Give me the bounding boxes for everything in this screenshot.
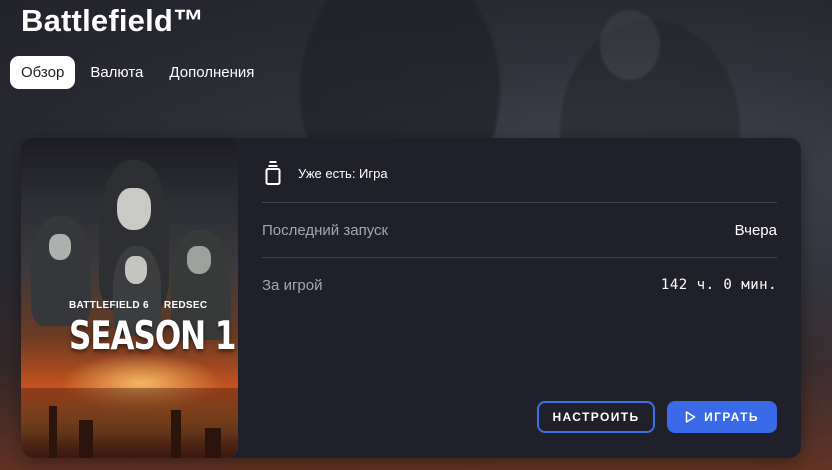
- setup-button-label: НАСТРОИТЬ: [552, 410, 640, 424]
- play-button[interactable]: ИГРАТЬ: [667, 401, 777, 433]
- cover-tower: [205, 428, 221, 458]
- divider: [262, 202, 777, 203]
- play-button-label: ИГРАТЬ: [704, 410, 759, 424]
- last-launch-value: Вчера: [734, 222, 777, 239]
- tab-overview[interactable]: Обзор: [10, 56, 76, 89]
- play-icon: [685, 411, 696, 423]
- ownership-status: Уже есть: Игра: [262, 160, 388, 186]
- playtime-label: За игрой: [262, 277, 323, 294]
- game-title: Battlefield™: [21, 3, 205, 38]
- tab-currency[interactable]: Валюта: [79, 56, 154, 89]
- game-cover-art: BATTLEFIELD 6 REDSEC SEASON 1: [21, 138, 238, 458]
- game-card: BATTLEFIELD 6 REDSEC SEASON 1 Уже есть: …: [21, 138, 801, 458]
- cover-line1b: REDSEC: [163, 300, 208, 311]
- setup-button[interactable]: НАСТРОИТЬ: [537, 401, 655, 433]
- tab-addons[interactable]: Дополнения: [158, 56, 265, 89]
- cover-season: SEASON 1: [69, 314, 236, 359]
- playtime-value: 142 ч. 0 мин.: [660, 277, 777, 293]
- cover-mask: [125, 256, 147, 284]
- tab-bar: Обзор Валюта Дополнения: [10, 56, 265, 89]
- cover-line1: BATTLEFIELD 6: [69, 300, 149, 311]
- divider: [262, 257, 777, 258]
- cover-tower: [79, 420, 93, 458]
- last-launch-label: Последний запуск: [262, 222, 389, 239]
- cover-tower: [171, 410, 181, 458]
- last-launch-row: Последний запуск Вчера: [262, 222, 777, 239]
- cover-mask: [49, 234, 71, 260]
- ownership-label: Уже есть: Игра: [298, 165, 388, 181]
- cover-mask: [117, 188, 151, 230]
- bottle-icon: [265, 161, 281, 185]
- cover-tower: [49, 406, 57, 458]
- playtime-row: За игрой 142 ч. 0 мин.: [262, 277, 777, 294]
- cover-franchise: BATTLEFIELD 6 REDSEC: [69, 300, 207, 311]
- cover-mask: [187, 246, 211, 274]
